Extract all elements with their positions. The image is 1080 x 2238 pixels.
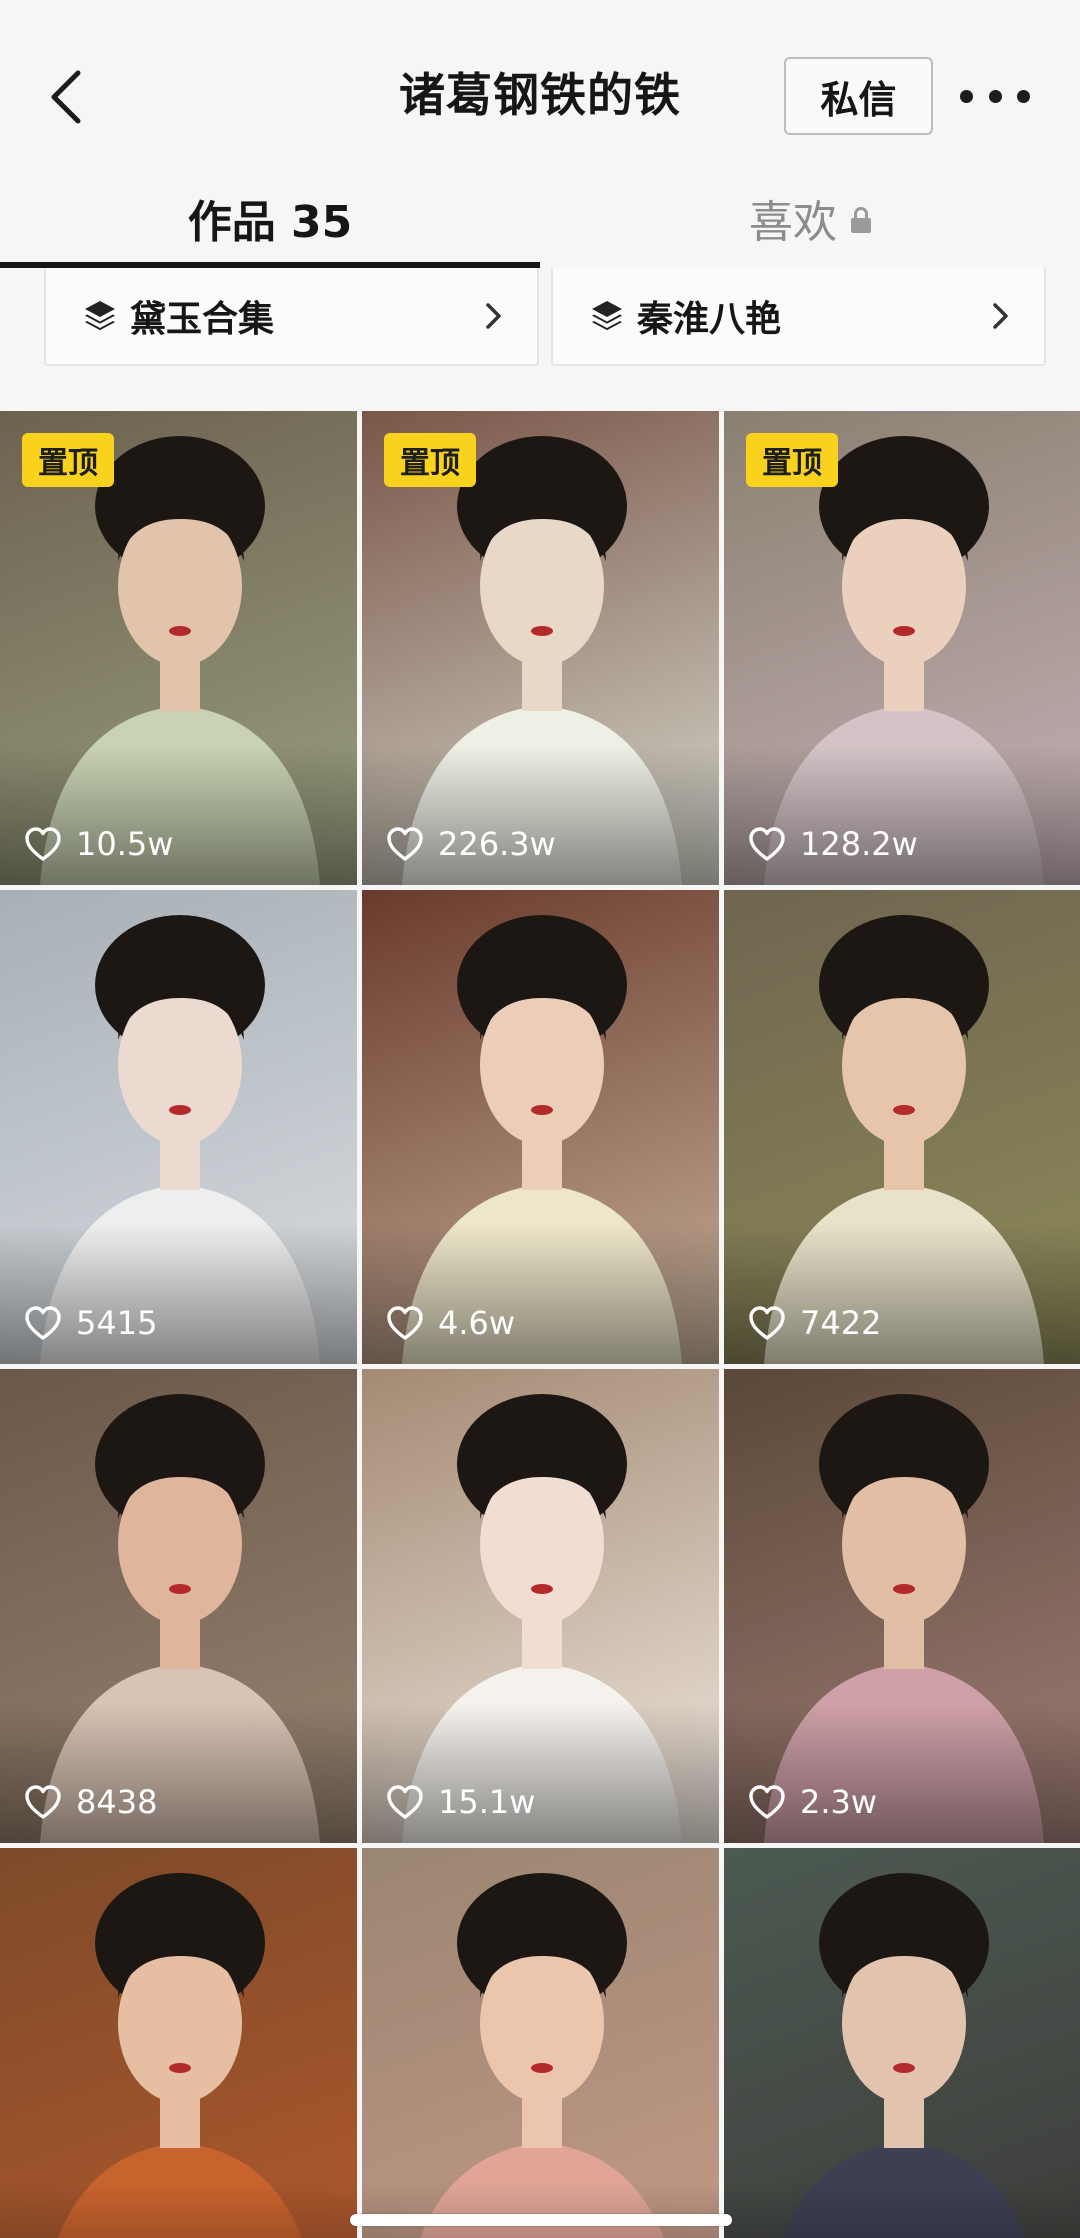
pinned-badge: 置顶 [384,433,476,487]
portrait-figure [58,1873,302,2238]
video-thumbnail[interactable]: 5415 [0,890,357,1364]
video-thumbnail[interactable]: 7422 [724,890,1080,1364]
like-count: 2.3w [748,1783,877,1821]
video-thumbnail[interactable]: 置顶 10.5w [0,411,357,885]
portrait-figure [782,1873,1026,2238]
pinned-badge: 置顶 [746,433,838,487]
video-thumbnail[interactable] [362,1848,719,2238]
tab-likes[interactable]: 喜欢 [540,170,1080,266]
like-count: 226.3w [386,825,556,863]
like-count: 15.1w [386,1783,535,1821]
chevron-right-icon [993,303,1008,329]
video-thumbnail[interactable]: 4.6w [362,890,719,1364]
heart-icon [387,1306,423,1340]
heart-icon [387,827,423,861]
tab-works[interactable]: 作品 35 [0,170,540,266]
like-count: 7422 [748,1304,881,1342]
more-button[interactable] [960,76,1030,116]
like-count: 4.6w [386,1304,515,1342]
layers-icon [592,301,622,331]
heart-icon [749,1306,785,1340]
like-count: 128.2w [748,825,918,863]
video-thumbnail[interactable] [0,1848,357,2238]
like-count-value: 128.2w [800,825,918,863]
home-indicator [350,2214,732,2226]
like-count-value: 7422 [800,1304,882,1342]
more-horizontal-icon [960,89,973,103]
heart-icon [387,1785,423,1819]
video-thumbnail[interactable]: 2.3w [724,1369,1080,1843]
collection-label: 秦淮八艳 [637,299,782,340]
header-bar: 诸葛钢铁的铁 私信 [0,0,1080,170]
like-count-value: 2.3w [800,1783,878,1821]
video-thumbnail[interactable]: 置顶 128.2w [724,411,1080,885]
heart-icon [25,827,61,861]
like-count: 8438 [24,1783,157,1821]
like-count-value: 4.6w [438,1304,516,1342]
chevron-left-icon [51,70,81,124]
layers-icon [85,301,115,331]
collection-daiyu[interactable]: 黛玉合集 [44,268,539,366]
lock-icon [851,207,871,233]
message-button[interactable]: 私信 [784,57,933,135]
profile-tabs: 作品 35 喜欢 [0,170,1080,270]
like-count: 10.5w [24,825,173,863]
heart-icon [749,1785,785,1819]
chevron-right-icon [486,303,501,329]
portrait-figure [420,1873,664,2238]
like-count-value: 226.3w [438,825,556,863]
pinned-badge: 置顶 [22,433,114,487]
video-thumbnail[interactable] [724,1848,1080,2238]
like-count-value: 8438 [76,1783,158,1821]
like-count-value: 5415 [76,1304,158,1342]
collection-qinhuai[interactable]: 秦淮八艳 [551,268,1046,366]
heart-icon [749,827,785,861]
video-thumbnail[interactable]: 15.1w [362,1369,719,1843]
back-button[interactable] [40,62,90,132]
heart-icon [25,1785,61,1819]
video-thumbnail[interactable]: 8438 [0,1369,357,1843]
collection-label: 黛玉合集 [130,299,275,340]
like-count-value: 10.5w [76,825,174,863]
video-thumbnail[interactable]: 置顶 226.3w [362,411,719,885]
like-count: 5415 [24,1304,157,1342]
heart-icon [25,1306,61,1340]
tab-works-label: 作品 35 [187,197,353,248]
tab-likes-label: 喜欢 [749,197,837,248]
like-count-value: 15.1w [438,1783,536,1821]
